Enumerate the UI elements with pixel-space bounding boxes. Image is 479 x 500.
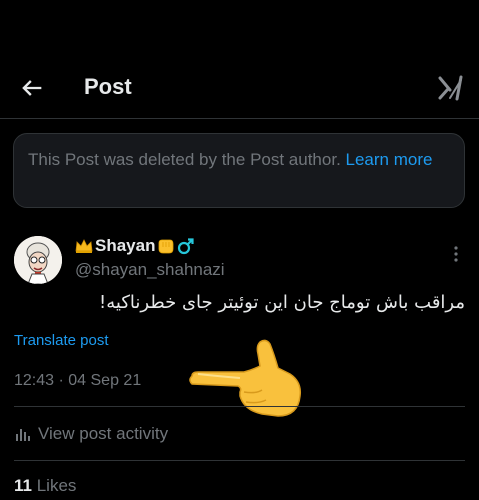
author-name[interactable]: Shayan: [75, 236, 195, 256]
avatar[interactable]: [14, 236, 62, 284]
likes-label: Likes: [36, 476, 77, 495]
top-bar: Post: [0, 60, 479, 116]
author-display-name: Shayan: [95, 236, 156, 255]
grok-icon[interactable]: [437, 74, 465, 102]
more-options-button[interactable]: [446, 244, 466, 264]
timestamp-divider: [14, 406, 465, 407]
deleted-notice-text: This Post was deleted by the Post author…: [28, 150, 346, 169]
male-sign-emoji-icon: [178, 238, 195, 255]
deleted-post-notice: This Post was deleted by the Post author…: [13, 133, 465, 208]
view-post-activity-button[interactable]: View post activity: [14, 424, 168, 444]
arrow-left-icon: [22, 80, 42, 96]
activity-divider: [14, 460, 465, 461]
page-title: Post: [84, 74, 132, 99]
post-text: مراقب باش توماج جان این توئیتر جای خطرنا…: [99, 292, 465, 313]
more-vertical-icon: [454, 246, 458, 262]
likes-count: 11: [14, 476, 32, 495]
post-timestamp[interactable]: 12:43 · 04 Sep 21: [14, 372, 141, 390]
header-divider: [0, 118, 479, 119]
pointing-hand-emoji-icon: [186, 336, 306, 432]
crown-emoji-icon: [75, 239, 93, 253]
oncoming-fist-emoji-icon: [159, 239, 174, 254]
back-button[interactable]: [18, 74, 46, 102]
view-post-activity-label: View post activity: [38, 424, 169, 443]
learn-more-link[interactable]: Learn more: [346, 150, 433, 169]
likes-link[interactable]: 11 Likes: [14, 476, 76, 496]
bar-chart-icon: [16, 429, 30, 441]
translate-post-link[interactable]: Translate post: [14, 332, 109, 349]
author-handle[interactable]: @shayan_shahnazi: [75, 260, 225, 280]
